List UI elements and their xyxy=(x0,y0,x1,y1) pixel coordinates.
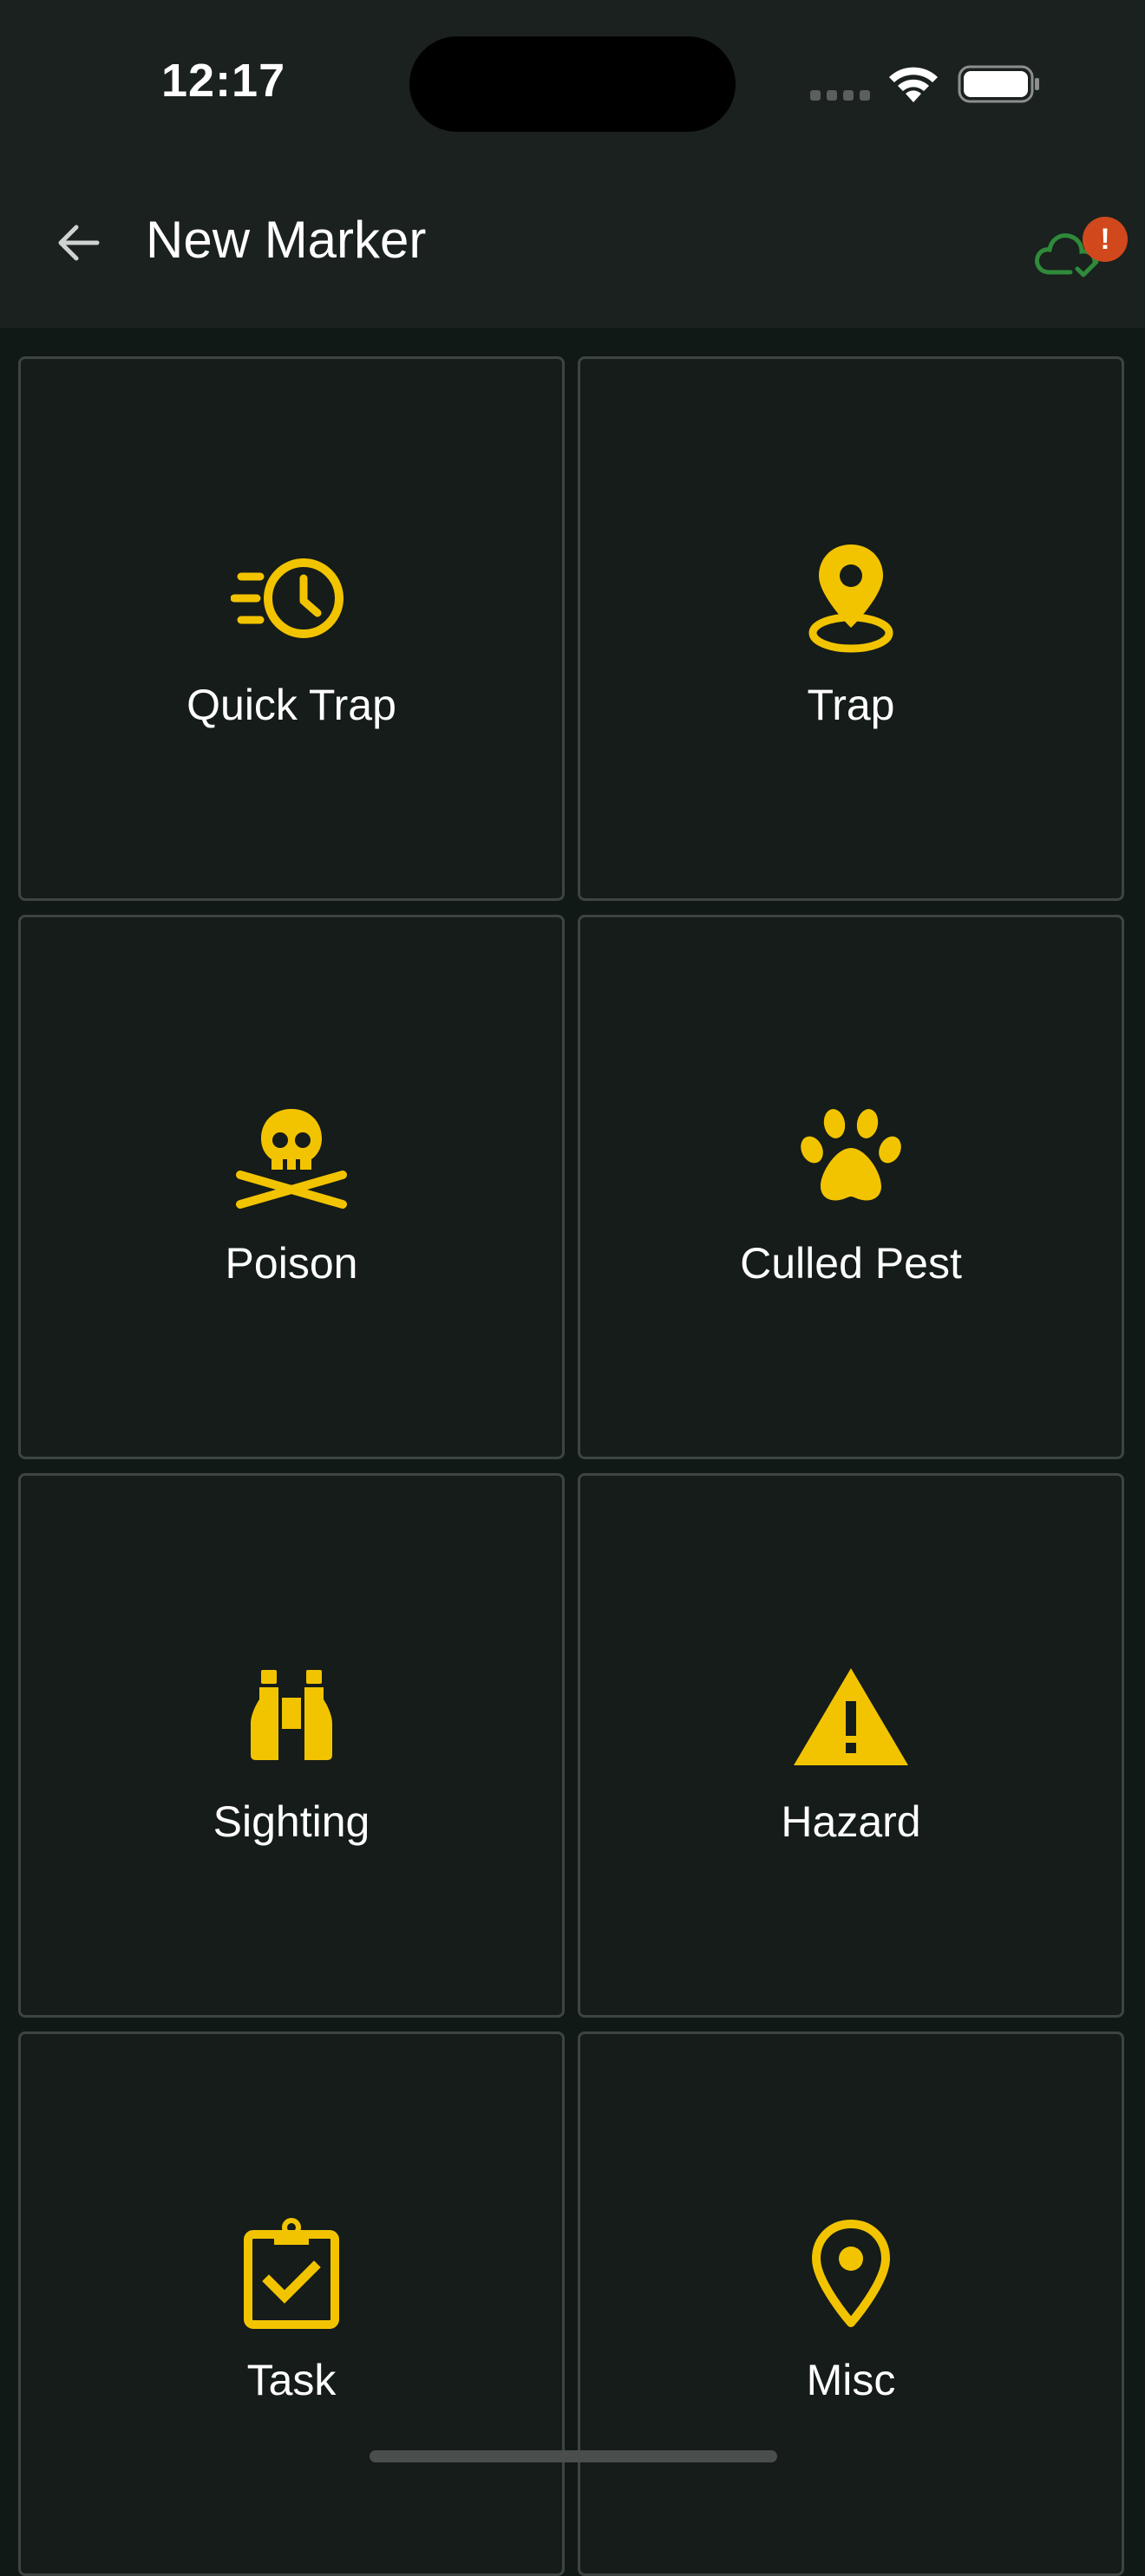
binoculars-icon xyxy=(231,1654,352,1776)
cellular-signal-icon xyxy=(810,90,871,102)
marker-tile-label: Quick Trap xyxy=(186,681,396,729)
wifi-icon xyxy=(889,67,938,102)
top-bar: 12:17 New Marker ! xyxy=(0,0,1145,328)
clipboard-check-icon xyxy=(231,2213,352,2334)
marker-tile-label: Misc xyxy=(806,2356,896,2404)
marker-tile-label: Poison xyxy=(225,1239,358,1288)
status-time: 12:17 xyxy=(161,55,286,107)
warning-triangle-icon xyxy=(790,1654,912,1776)
marker-tile-label: Culled Pest xyxy=(740,1239,962,1288)
marker-tile-trap[interactable]: Trap xyxy=(578,356,1124,901)
app-bar: New Marker ! xyxy=(0,165,1145,328)
marker-tile-culled-pest[interactable]: Culled Pest xyxy=(578,915,1124,1459)
marker-type-grid: Quick Trap Trap Poison Culled Pest Sight… xyxy=(0,328,1145,2576)
skull-crossbones-icon xyxy=(231,1096,352,1217)
marker-tile-label: Hazard xyxy=(781,1797,921,1846)
marker-tile-quick-trap[interactable]: Quick Trap xyxy=(18,356,565,901)
paw-icon xyxy=(790,1096,912,1217)
marker-tile-poison[interactable]: Poison xyxy=(18,915,565,1459)
marker-tile-label: Sighting xyxy=(213,1797,370,1846)
marker-tile-sighting[interactable]: Sighting xyxy=(18,1473,565,2018)
map-pin-ring-icon xyxy=(790,538,912,659)
marker-tile-misc[interactable]: Misc xyxy=(578,2031,1124,2576)
marker-tile-task[interactable]: Task xyxy=(18,2031,565,2576)
arrow-left-icon xyxy=(58,225,100,261)
status-bar: 12:17 xyxy=(0,0,1145,165)
timer-fast-icon xyxy=(231,538,352,659)
map-pin-outline-icon xyxy=(790,2213,912,2334)
page-title: New Marker xyxy=(146,211,427,269)
marker-tile-hazard[interactable]: Hazard xyxy=(578,1473,1124,2018)
marker-tile-label: Task xyxy=(246,2356,337,2404)
marker-tile-label: Trap xyxy=(807,681,895,729)
battery-icon xyxy=(958,65,1039,103)
home-indicator[interactable] xyxy=(370,2450,777,2462)
sync-alert-badge: ! xyxy=(1083,217,1128,262)
dynamic-island xyxy=(409,36,736,132)
sync-status-button[interactable]: ! xyxy=(1024,199,1128,295)
back-button[interactable] xyxy=(43,208,113,277)
